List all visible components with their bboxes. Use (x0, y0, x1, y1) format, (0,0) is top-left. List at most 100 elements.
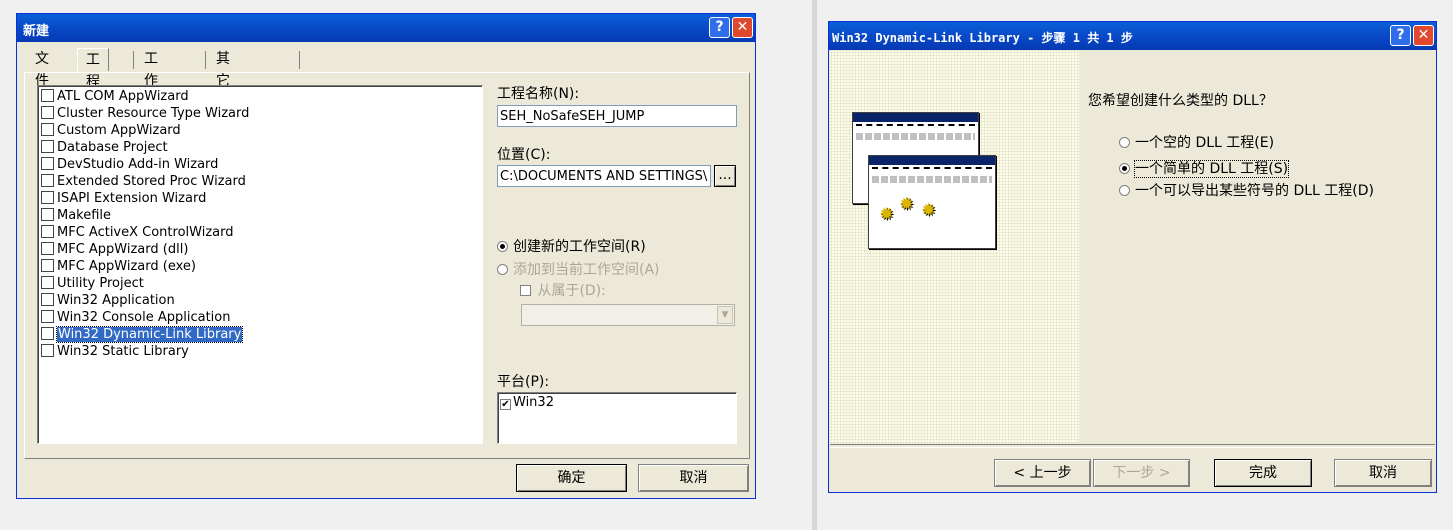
radio-button (1119, 137, 1130, 148)
project-type-icon (41, 208, 54, 221)
help-button[interactable]: ? (709, 17, 730, 38)
project-type-item[interactable]: Win32 Console Application (41, 309, 230, 326)
project-type-label: Extended Stored Proc Wizard (57, 174, 246, 189)
project-type-icon (41, 259, 54, 272)
checked-icon: ✔ (500, 399, 511, 410)
tab-separator (133, 51, 134, 69)
radio-add-to-current-workspace[interactable]: 添加到当前工作空间(A) (497, 259, 660, 279)
option-export-dll[interactable]: 一个可以导出某些符号的 DLL 工程(D) (1119, 180, 1374, 200)
platform-label: 平台(P): (497, 374, 550, 390)
project-type-icon (41, 123, 54, 136)
wizard-title: Win32 Dynamic-Link Library - 步骤 1 共 1 步 (832, 31, 1133, 45)
project-type-item[interactable]: Custom AppWizard (41, 122, 181, 139)
title-bar: 新建 ? ✕ (17, 14, 755, 42)
project-type-icon (41, 157, 54, 170)
project-type-icon (41, 344, 54, 357)
radio-create-new-label: 创建新的工作空间(R) (513, 239, 646, 255)
project-type-item[interactable]: Utility Project (41, 275, 144, 292)
new-project-dialog: 新建 ? ✕ 文件 工程 工作区 其它文档 ATL COM AppWizard C… (16, 13, 756, 499)
project-type-label: MFC AppWizard (exe) (57, 259, 196, 274)
project-type-label: Win32 Static Library (57, 344, 189, 359)
project-type-icon (41, 106, 54, 119)
project-type-item[interactable]: MFC AppWizard (exe) (41, 258, 196, 275)
project-type-label: MFC AppWizard (dll) (57, 242, 189, 257)
illustration-window-front: ✹ ✹ ✹ (868, 155, 996, 249)
project-name-input[interactable]: SEH_NoSafeSEH_JUMP (497, 105, 737, 127)
project-type-item[interactable]: Win32 Application (41, 292, 175, 309)
radio-button-selected (1119, 163, 1130, 174)
project-type-icon (41, 242, 54, 255)
project-type-label: ATL COM AppWizard (57, 89, 189, 104)
project-type-icon (41, 310, 54, 323)
tab-projects[interactable]: 工程 (77, 48, 109, 90)
project-type-label: Custom AppWizard (57, 123, 181, 138)
project-type-item[interactable]: Makefile (41, 207, 111, 224)
project-type-label: DevStudio Add-in Wizard (57, 157, 219, 172)
project-type-icon (41, 174, 54, 187)
gear-icon: ✹ (899, 194, 915, 215)
project-type-item[interactable]: DevStudio Add-in Wizard (41, 156, 218, 173)
project-type-item[interactable]: MFC ActiveX ControlWizard (41, 224, 233, 241)
tab-separator (205, 51, 206, 69)
platform-list[interactable]: ✔ Win32 (497, 392, 737, 444)
radio-button (497, 264, 508, 275)
next-button[interactable]: 下一步 > (1093, 459, 1190, 487)
project-type-list[interactable]: ATL COM AppWizard Cluster Resource Type W… (37, 85, 483, 444)
ok-button[interactable]: 确定 (516, 464, 627, 492)
cancel-button[interactable]: 取消 (638, 464, 749, 492)
option-simple-dll[interactable]: 一个简单的 DLL 工程(S) (1119, 158, 1290, 178)
option-empty-dll[interactable]: 一个空的 DLL 工程(E) (1119, 132, 1274, 152)
wizard-question: 您希望创建什么类型的 DLL？ (1088, 93, 1273, 109)
location-input[interactable]: C:\DOCUMENTS AND SETTINGS\ (497, 165, 711, 187)
tab-files[interactable]: 文件 (27, 48, 57, 89)
project-type-label: Utility Project (57, 276, 144, 291)
dialog-title: 新建 (23, 24, 50, 39)
project-type-item[interactable]: Database Project (41, 139, 168, 156)
project-name-label: 工程名称(N): (497, 86, 580, 102)
tab-workspaces[interactable]: 工作区 (136, 48, 166, 111)
cancel-button[interactable]: 取消 (1334, 459, 1432, 487)
project-type-label: ISAPI Extension Wizard (57, 191, 207, 206)
project-type-icon (41, 225, 54, 238)
project-type-item[interactable]: Win32 Static Library (41, 343, 189, 360)
radio-button (1119, 185, 1130, 196)
project-type-item[interactable]: Extended Stored Proc Wizard (41, 173, 246, 190)
depends-on-dropdown[interactable]: ▼ (521, 304, 735, 326)
project-type-label: Win32 Console Application (57, 310, 231, 325)
project-type-icon (41, 276, 54, 289)
project-type-item[interactable]: Cluster Resource Type Wizard (41, 105, 249, 122)
chevron-down-icon[interactable]: ▼ (717, 306, 733, 324)
gear-icon: ✹ (921, 200, 937, 221)
help-button[interactable]: ? (1390, 25, 1411, 46)
project-type-icon (41, 293, 54, 306)
browse-button[interactable]: ... (714, 165, 736, 187)
project-type-item[interactable]: Win32 Dynamic-Link Library (41, 326, 244, 343)
depends-on-checkbox[interactable]: 从属于(D): (520, 280, 606, 300)
back-button[interactable]: < 上一步 (994, 459, 1091, 487)
close-button[interactable]: ✕ (732, 17, 753, 38)
project-type-label: Win32 Application (57, 293, 175, 308)
platform-item[interactable]: ✔ Win32 (500, 395, 554, 410)
gear-icon: ✹ (879, 204, 895, 225)
screen-divider (812, 0, 817, 530)
project-type-item[interactable]: MFC AppWizard (dll) (41, 241, 188, 258)
close-button[interactable]: ✕ (1413, 25, 1434, 46)
checkbox-box (520, 285, 531, 296)
project-type-item[interactable]: ISAPI Extension Wizard (41, 190, 206, 207)
project-type-icon (41, 191, 54, 204)
separator-line (830, 444, 1435, 448)
project-type-label: MFC ActiveX ControlWizard (57, 225, 234, 240)
project-type-item[interactable]: ATL COM AppWizard (41, 88, 189, 105)
depends-on-label: 从属于(D): (537, 283, 606, 299)
project-type-label: Database Project (57, 140, 168, 155)
option-empty-dll-label: 一个空的 DLL 工程(E) (1135, 135, 1275, 151)
finish-button[interactable]: 完成 (1214, 459, 1312, 487)
radio-create-new-workspace[interactable]: 创建新的工作空间(R) (497, 236, 646, 256)
title-bar: Win32 Dynamic-Link Library - 步骤 1 共 1 步 … (829, 22, 1436, 50)
option-export-dll-label: 一个可以导出某些符号的 DLL 工程(D) (1135, 183, 1374, 199)
location-label: 位置(C): (497, 147, 551, 163)
platform-item-label: Win32 (513, 395, 554, 410)
project-type-icon (41, 140, 54, 153)
tab-other-documents[interactable]: 其它文档 (208, 48, 238, 133)
project-type-label: Cluster Resource Type Wizard (57, 106, 250, 121)
